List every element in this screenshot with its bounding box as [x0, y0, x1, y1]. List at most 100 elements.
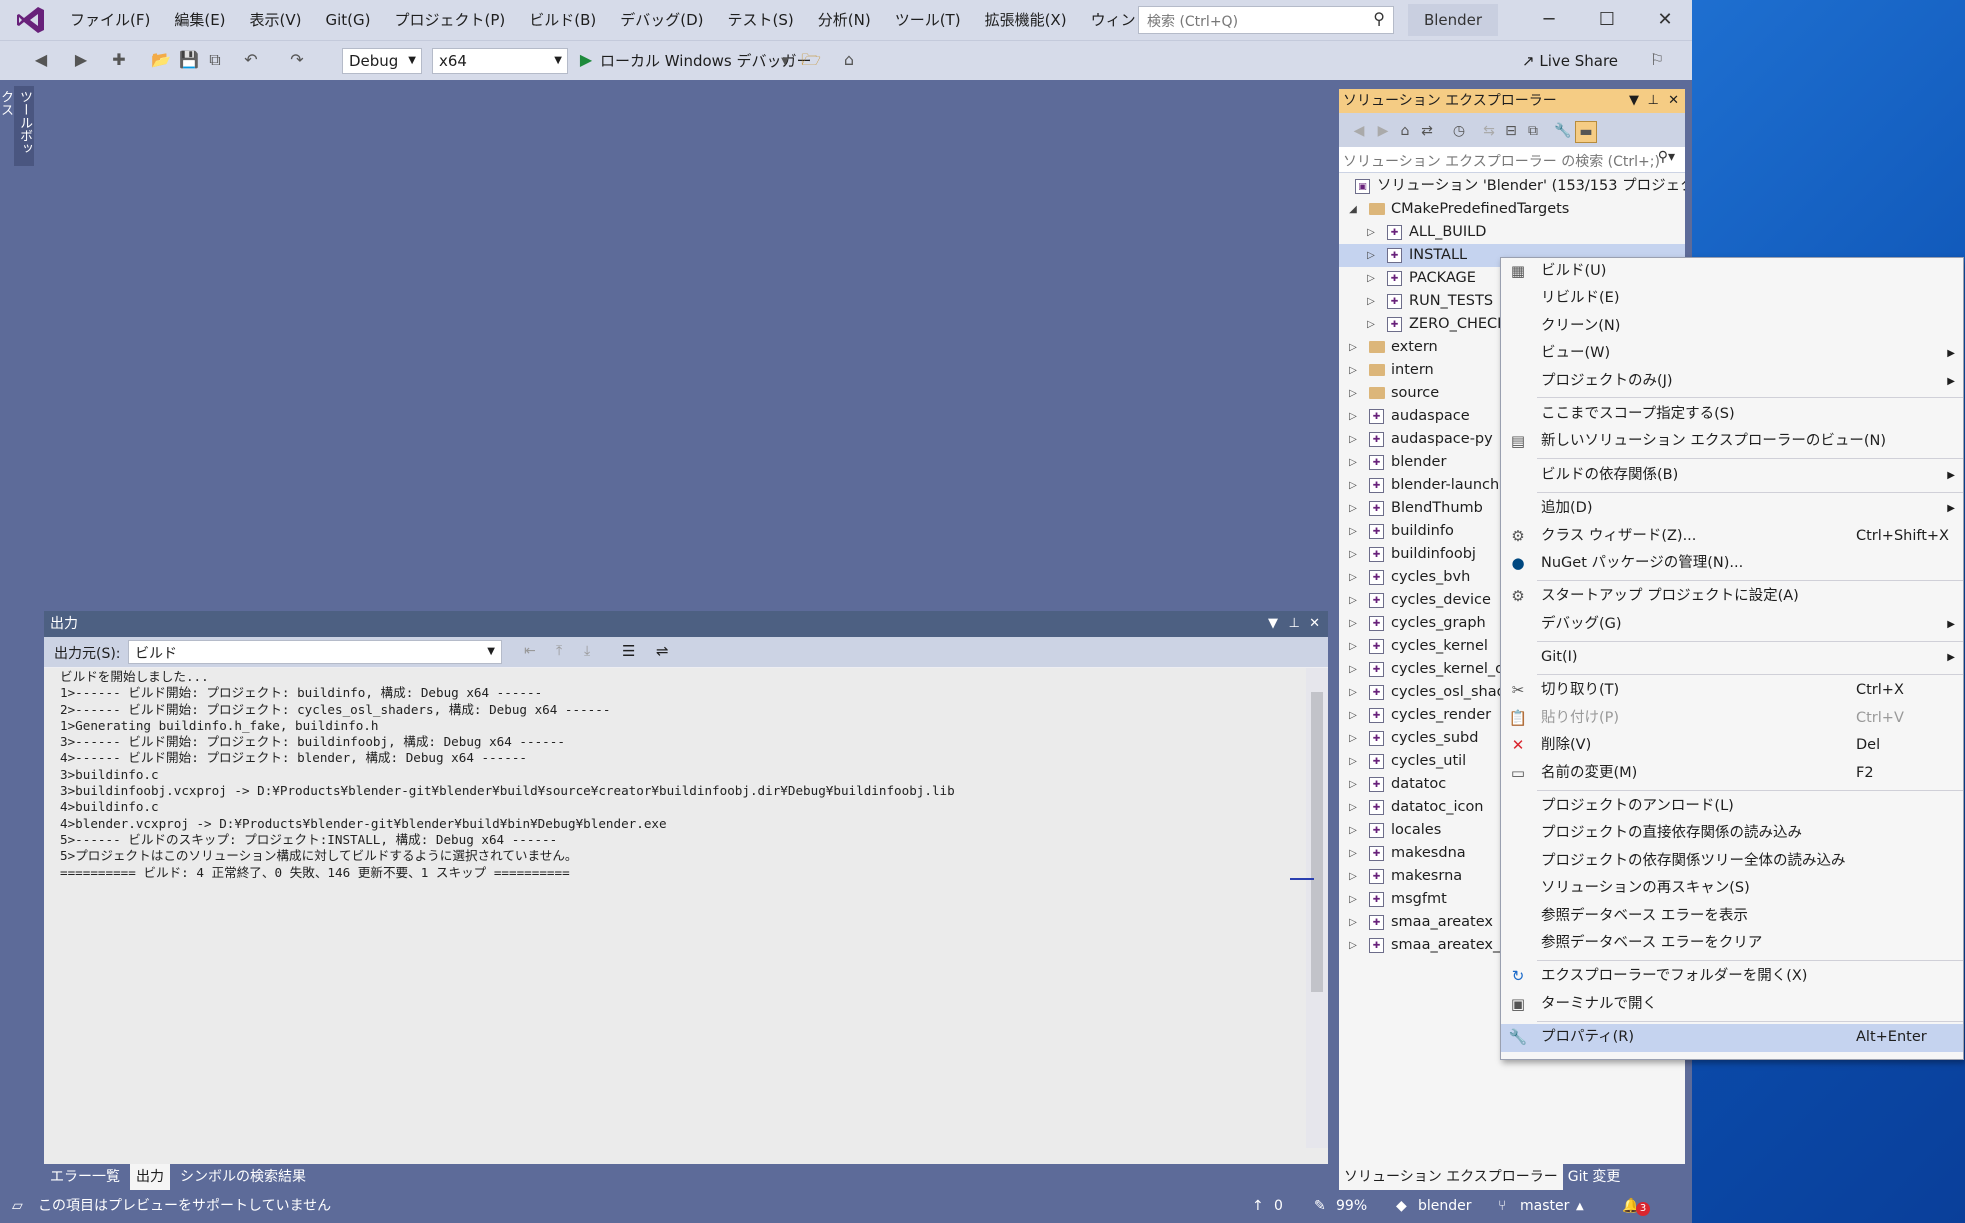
context-menu-item[interactable]: ⚙ スタートアップ プロジェクトに設定(A)	[1501, 583, 1963, 610]
context-menu-item[interactable]: プロジェクトの直接依存関係の読み込み	[1501, 820, 1963, 847]
tree-item[interactable]: ▣ ソリューション 'Blender' (153/153 プロジェクト)	[1339, 175, 1685, 198]
expand-arrow-icon[interactable]: ▷	[1347, 382, 1359, 405]
open-file-icon[interactable]: 📂	[150, 49, 172, 71]
tool-tab[interactable]: シンボルの検索結果	[174, 1164, 312, 1190]
maximize-button[interactable]: ☐	[1578, 0, 1636, 40]
expand-arrow-icon[interactable]: ▷	[1347, 336, 1359, 359]
minimize-button[interactable]: ─	[1520, 0, 1578, 40]
solution-options-icon[interactable]: ▼	[1629, 89, 1639, 113]
menu-item[interactable]: ツール(T)	[883, 0, 973, 40]
expand-arrow-icon[interactable]: ▷	[1365, 267, 1377, 290]
context-menu-item[interactable]: ⚙ クラス ウィザード(Z)... Ctrl+Shift+X	[1501, 523, 1963, 550]
expand-arrow-icon[interactable]: ▷	[1347, 888, 1359, 911]
context-menu-item[interactable]: ビュー(W) ▶	[1501, 340, 1963, 367]
output-source-select[interactable]: ビルド ▼	[128, 640, 502, 664]
pending-changes-filter-icon[interactable]: ◷	[1449, 121, 1469, 141]
menu-item[interactable]: 編集(E)	[162, 0, 237, 40]
expand-arrow-icon[interactable]: ▷	[1347, 681, 1359, 704]
start-debug-icon[interactable]: ▶	[575, 49, 597, 71]
forward-icon[interactable]: ▶	[70, 49, 92, 71]
search-input[interactable]: 検索 (Ctrl+Q) ⚲	[1138, 6, 1394, 34]
branch-menu-icon[interactable]: ▲	[1576, 1190, 1584, 1223]
expand-arrow-icon[interactable]: ▷	[1347, 819, 1359, 842]
expand-arrow-icon[interactable]: ▷	[1347, 865, 1359, 888]
output-close-icon[interactable]: ✕	[1309, 611, 1320, 637]
preview-selected-icon[interactable]: ▬	[1575, 121, 1597, 143]
context-menu-item[interactable]: プロジェクトの依存関係ツリー全体の読み込み	[1501, 848, 1963, 875]
expand-arrow-icon[interactable]: ▷	[1347, 934, 1359, 957]
undo-icon[interactable]: ↶	[240, 49, 262, 71]
properties-wrench-icon[interactable]: 🔧	[1553, 121, 1573, 141]
branch-name[interactable]: master	[1520, 1190, 1569, 1223]
context-menu-item[interactable]: ● NuGet パッケージの管理(N)...	[1501, 550, 1963, 577]
expand-arrow-icon[interactable]: ▷	[1365, 221, 1377, 244]
zoom-level[interactable]: 99%	[1336, 1190, 1367, 1223]
expand-arrow-icon[interactable]: ▷	[1365, 244, 1377, 267]
context-menu-item[interactable]: デバッグ(G) ▶	[1501, 611, 1963, 638]
repository-name[interactable]: blender	[1418, 1190, 1472, 1223]
redo-icon[interactable]: ↷	[286, 49, 308, 71]
context-menu-item[interactable]: リビルド(E)	[1501, 285, 1963, 312]
context-menu-item[interactable]: 参照データベース エラーを表示	[1501, 903, 1963, 930]
tree-item[interactable]: ▷ ✚ ALL_BUILD	[1339, 221, 1685, 244]
forward-icon[interactable]: ▶	[1373, 121, 1393, 141]
context-menu-item[interactable]: ✕ 削除(V) Del	[1501, 732, 1963, 759]
context-menu-item[interactable]: ここまでスコープ指定する(S)	[1501, 401, 1963, 428]
expanded-arrow-icon[interactable]: ◢	[1347, 198, 1359, 221]
output-text[interactable]: ビルドを開始しました... 1>------ ビルド開始: プロジェクト: bui…	[44, 668, 1306, 1148]
context-menu-item[interactable]: プロジェクトのみ(J) ▶	[1501, 368, 1963, 395]
menu-item[interactable]: ビルド(B)	[517, 0, 608, 40]
home-icon[interactable]: ⌂	[1395, 121, 1415, 141]
menu-item[interactable]: テスト(S)	[716, 0, 806, 40]
expand-arrow-icon[interactable]: ▷	[1365, 313, 1377, 336]
tree-item[interactable]: ◢ CMakePredefinedTargets	[1339, 198, 1685, 221]
solution-pin-icon[interactable]: ⊥	[1648, 89, 1659, 113]
goto-message-icon[interactable]: ⇤	[524, 643, 536, 659]
switch-views-icon[interactable]: ⇄	[1417, 121, 1437, 141]
expand-arrow-icon[interactable]: ▷	[1347, 474, 1359, 497]
expand-arrow-icon[interactable]: ▷	[1347, 359, 1359, 382]
expand-arrow-icon[interactable]: ▷	[1347, 773, 1359, 796]
menu-item[interactable]: 拡張機能(X)	[973, 0, 1079, 40]
solution-search-input[interactable]: ソリューション エクスプローラー の検索 (Ctrl+;) ⚲▾	[1339, 147, 1685, 173]
collapse-all-icon[interactable]: ⊟	[1501, 121, 1521, 141]
tool-tab[interactable]: エラー一覧	[44, 1164, 126, 1190]
expand-arrow-icon[interactable]: ▷	[1347, 497, 1359, 520]
save-icon[interactable]: 💾	[178, 49, 200, 71]
context-menu-item[interactable]: 参照データベース エラーをクリア	[1501, 930, 1963, 957]
tool-tab[interactable]: 出力	[130, 1164, 170, 1190]
expand-arrow-icon[interactable]: ▷	[1347, 727, 1359, 750]
output-scroll-thumb[interactable]	[1311, 692, 1323, 992]
configuration-select[interactable]: Debug ▼	[342, 48, 422, 74]
expand-arrow-icon[interactable]: ▷	[1347, 451, 1359, 474]
context-menu-item[interactable]: 追加(D) ▶	[1501, 495, 1963, 522]
close-button[interactable]: ✕	[1636, 0, 1694, 40]
expand-arrow-icon[interactable]: ▷	[1347, 520, 1359, 543]
platform-select[interactable]: x64 ▼	[432, 48, 568, 74]
expand-arrow-icon[interactable]: ▷	[1347, 589, 1359, 612]
show-all-files-icon[interactable]: ⧉	[1523, 121, 1543, 141]
context-menu-item[interactable]: プロジェクトのアンロード(L)	[1501, 793, 1963, 820]
expand-arrow-icon[interactable]: ▷	[1347, 658, 1359, 681]
word-wrap-icon[interactable]: ⇌	[656, 642, 669, 660]
context-menu-item[interactable]: ▣ ターミナルで開く	[1501, 991, 1963, 1018]
menu-item[interactable]: Git(G)	[314, 0, 383, 40]
context-menu-item[interactable]: ▤ 新しいソリューション エクスプローラーのビュー(N)	[1501, 428, 1963, 455]
live-share-button[interactable]: ↗ Live Share	[1522, 49, 1618, 73]
expand-arrow-icon[interactable]: ▷	[1347, 911, 1359, 934]
feedback-icon[interactable]: ⚐	[1646, 49, 1668, 71]
expand-arrow-icon[interactable]: ▷	[1347, 405, 1359, 428]
new-project-icon[interactable]: ✚	[108, 49, 130, 71]
open-folder-toolbar-icon[interactable]: 🗁	[800, 49, 822, 71]
context-menu-item[interactable]: Git(I) ▶	[1501, 644, 1963, 671]
menu-item[interactable]: 分析(N)	[806, 0, 883, 40]
output-pin-icon[interactable]: ⊥	[1289, 611, 1300, 637]
expand-arrow-icon[interactable]: ▷	[1347, 704, 1359, 727]
solution-tab[interactable]: ソリューション エクスプローラー	[1339, 1164, 1563, 1190]
menu-item[interactable]: 表示(V)	[238, 0, 314, 40]
context-menu-item[interactable]: ▭ 名前の変更(M) F2	[1501, 760, 1963, 787]
context-menu-item[interactable]: ビルドの依存関係(B) ▶	[1501, 462, 1963, 489]
back-icon[interactable]: ◀	[1349, 121, 1369, 141]
menu-item[interactable]: デバッグ(D)	[608, 0, 715, 40]
sync-icon[interactable]: ⇆	[1479, 121, 1499, 141]
